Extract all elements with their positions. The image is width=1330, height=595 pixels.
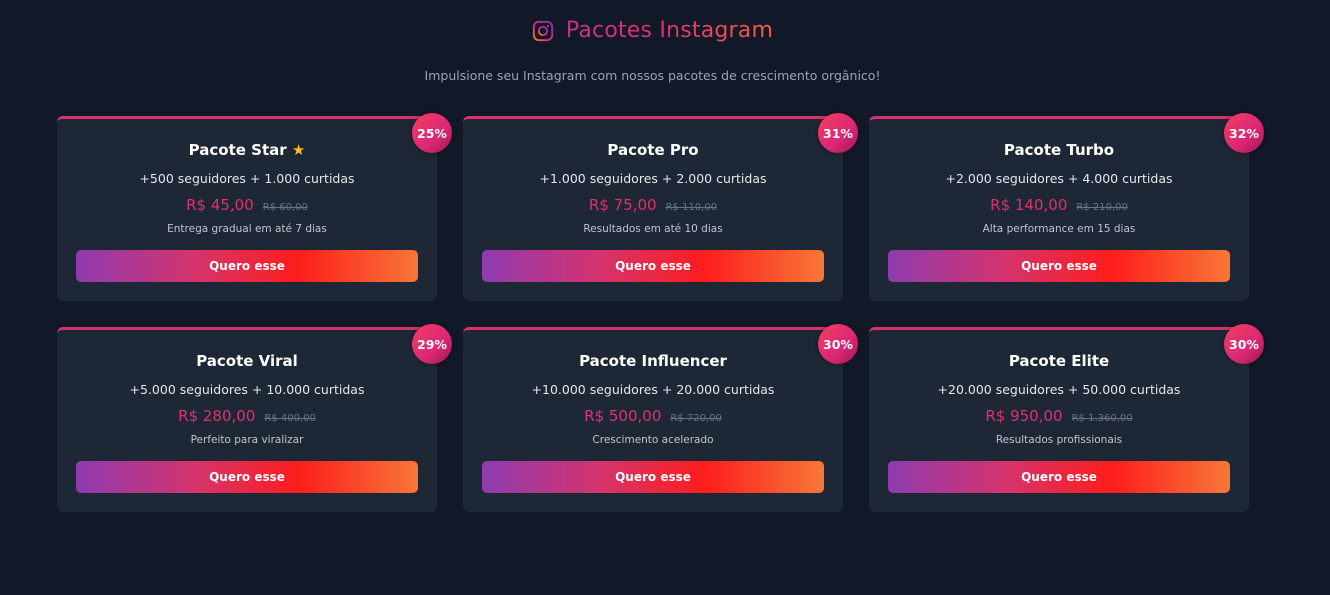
package-description: +20.000 seguidores + 50.000 curtidas [937, 382, 1181, 397]
package-description: +500 seguidores + 1.000 curtidas [139, 171, 355, 186]
buy-button-turbo[interactable]: Quero esse [888, 250, 1230, 282]
package-card-star: 25% Pacote Star ★ +500 seguidores + 1.00… [57, 113, 452, 301]
package-name: Pacote Turbo [1003, 141, 1115, 159]
package-note: Entrega gradual em até 7 dias [167, 223, 327, 235]
title-row: Pacotes Instagram [532, 18, 773, 43]
price-row: R$ 280,00 R$ 400,00 [57, 407, 437, 425]
package-name: Pacote Elite [1008, 352, 1110, 370]
package-card-turbo: 32% Pacote Turbo +2.000 seguidores + 4.0… [869, 113, 1264, 301]
page-subtitle: Impulsione seu Instagram com nossos paco… [424, 67, 881, 83]
package-card-viral: 29% Pacote Viral +5.000 seguidores + 10.… [57, 324, 452, 512]
price-row: R$ 140,00 R$ 210,00 [869, 196, 1249, 214]
price-row: R$ 500,00 R$ 720,00 [463, 407, 843, 425]
discount-badge: 30% [1224, 324, 1264, 364]
buy-button-elite[interactable]: Quero esse [888, 461, 1230, 493]
package-card-influencer: 30% Pacote Influencer +10.000 seguidores… [463, 324, 858, 512]
page: Pacotes Instagram Impulsione seu Instagr… [0, 0, 1330, 595]
package-note: Perfeito para viralizar [190, 434, 304, 446]
package-title: Pacote Elite [869, 352, 1249, 370]
package-title: Pacote Viral [57, 352, 437, 370]
package-name: Pacote Star [188, 141, 287, 159]
package-note: Crescimento acelerado [592, 434, 714, 446]
package-title: Pacote Turbo [869, 141, 1249, 159]
price-row: R$ 75,00 R$ 110,00 [463, 196, 843, 214]
package-description: +1.000 seguidores + 2.000 curtidas [539, 171, 767, 186]
package-name: Pacote Viral [196, 352, 298, 370]
package-title: Pacote Star ★ [57, 141, 437, 159]
package-price: R$ 140,00 [990, 196, 1068, 214]
package-description: +2.000 seguidores + 4.000 curtidas [945, 171, 1173, 186]
package-old-price: R$ 110,00 [665, 202, 718, 213]
package-note: Alta performance em 15 dias [982, 223, 1136, 235]
package-note: Resultados em até 10 dias [583, 223, 723, 235]
page-title: Pacotes Instagram [565, 18, 774, 43]
package-title: Pacote Influencer [463, 352, 843, 370]
package-name: Pacote Pro [607, 141, 699, 159]
package-price: R$ 500,00 [584, 407, 662, 425]
discount-badge: 25% [412, 113, 452, 153]
page-header: Pacotes Instagram Impulsione seu Instagr… [0, 18, 1305, 83]
package-old-price: R$ 720,00 [670, 413, 722, 424]
package-old-price: R$ 400,00 [264, 413, 316, 424]
package-price: R$ 75,00 [588, 196, 657, 214]
instagram-icon [532, 20, 554, 42]
package-description: +5.000 seguidores + 10.000 curtidas [129, 382, 365, 397]
packages-grid: 25% Pacote Star ★ +500 seguidores + 1.00… [57, 113, 1264, 512]
price-row: R$ 45,00 R$ 60,00 [57, 196, 437, 214]
buy-button-pro[interactable]: Quero esse [482, 250, 824, 282]
package-card-pro: 31% Pacote Pro +1.000 seguidores + 2.000… [463, 113, 858, 301]
package-old-price: R$ 210,00 [1076, 202, 1128, 213]
discount-badge: 32% [1224, 113, 1264, 153]
package-old-price: R$ 1.360,00 [1071, 413, 1133, 424]
discount-badge: 31% [818, 113, 858, 153]
package-title: Pacote Pro [463, 141, 843, 159]
package-description: +10.000 seguidores + 20.000 curtidas [531, 382, 775, 397]
price-row: R$ 950,00 R$ 1.360,00 [869, 407, 1249, 425]
discount-badge: 29% [412, 324, 452, 364]
buy-button-star[interactable]: Quero esse [76, 250, 418, 282]
buy-button-influencer[interactable]: Quero esse [482, 461, 824, 493]
package-price: R$ 950,00 [985, 407, 1063, 425]
buy-button-viral[interactable]: Quero esse [76, 461, 418, 493]
package-name: Pacote Influencer [579, 352, 727, 370]
package-price: R$ 45,00 [186, 196, 254, 214]
package-price: R$ 280,00 [178, 407, 256, 425]
package-note: Resultados profissionais [995, 434, 1123, 446]
package-old-price: R$ 60,00 [262, 202, 308, 213]
package-card-elite: 30% Pacote Elite +20.000 seguidores + 50… [869, 324, 1264, 512]
discount-badge: 30% [818, 324, 858, 364]
star-icon: ★ [291, 141, 306, 159]
